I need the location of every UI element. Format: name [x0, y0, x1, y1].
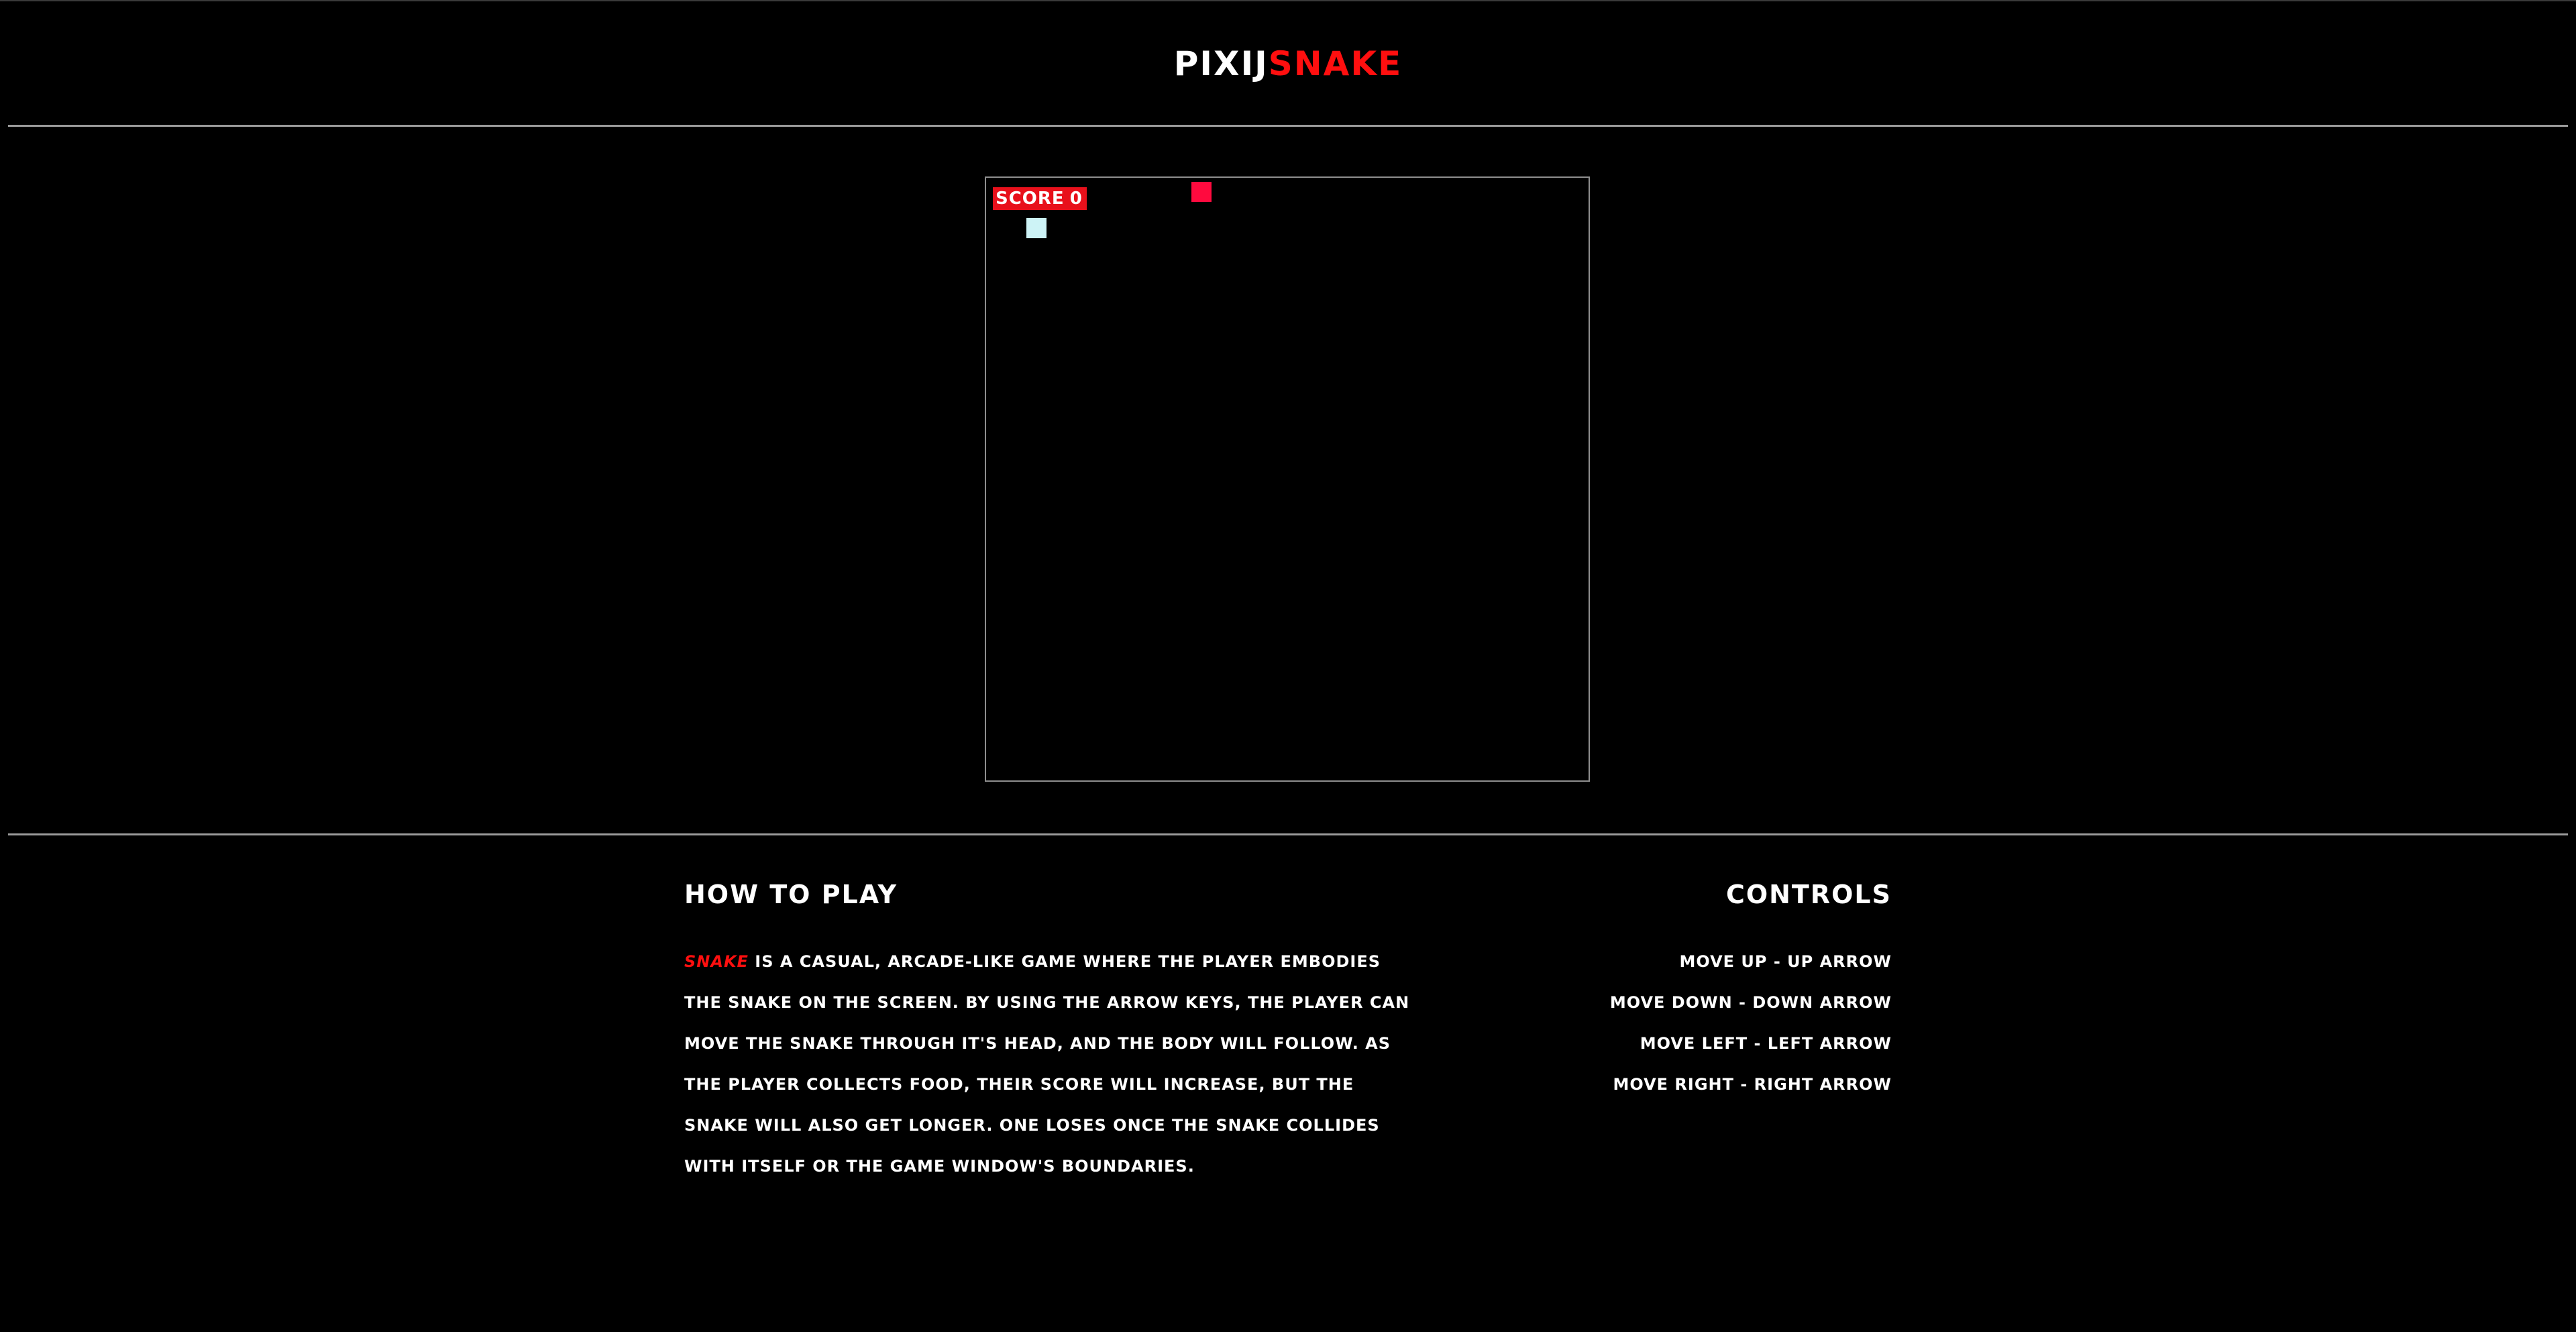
content-divider — [8, 833, 2568, 835]
header-divider — [8, 125, 2568, 127]
food-pellet — [1191, 182, 1212, 202]
score-badge: SCORE 0 — [993, 187, 1087, 210]
title-part-snake: SNAKE — [1268, 44, 1403, 83]
control-move-up: MOVE UP - UP ARROW — [1679, 952, 1892, 971]
page: PIXIJSNAKE SCORE 0 HOW TO PLAY SNAKE IS A… — [0, 0, 2576, 1332]
score-value: 0 — [1069, 189, 1083, 209]
snake-highlight: SNAKE — [684, 952, 749, 971]
score-label: SCORE — [996, 189, 1065, 209]
control-move-right: MOVE RIGHT - RIGHT ARROW — [1613, 1075, 1892, 1094]
how-to-play-description: IS A CASUAL, ARCADE-LIKE GAME WHERE THE … — [684, 952, 1410, 1176]
how-to-play-title: HOW TO PLAY — [684, 880, 898, 909]
game-canvas[interactable]: SCORE 0 — [985, 176, 1590, 782]
controls-list: MOVE UP - UP ARROW MOVE DOWN - DOWN ARRO… — [1422, 941, 1892, 1105]
title-part-pixij: PIXIJ — [1173, 44, 1269, 83]
snake-head — [1026, 218, 1046, 238]
how-to-play-section: HOW TO PLAY SNAKE IS A CASUAL, ARCADE-LI… — [684, 877, 1422, 1187]
page-title: PIXIJSNAKE — [0, 43, 2576, 85]
control-move-left: MOVE LEFT - LEFT ARROW — [1640, 1034, 1892, 1053]
control-move-down: MOVE DOWN - DOWN ARROW — [1609, 993, 1892, 1012]
how-to-play-text: SNAKE IS A CASUAL, ARCADE-LIKE GAME WHER… — [684, 941, 1415, 1187]
controls-section: CONTROLS MOVE UP - UP ARROW MOVE DOWN - … — [1422, 877, 1892, 1105]
controls-title: CONTROLS — [1725, 880, 1892, 909]
